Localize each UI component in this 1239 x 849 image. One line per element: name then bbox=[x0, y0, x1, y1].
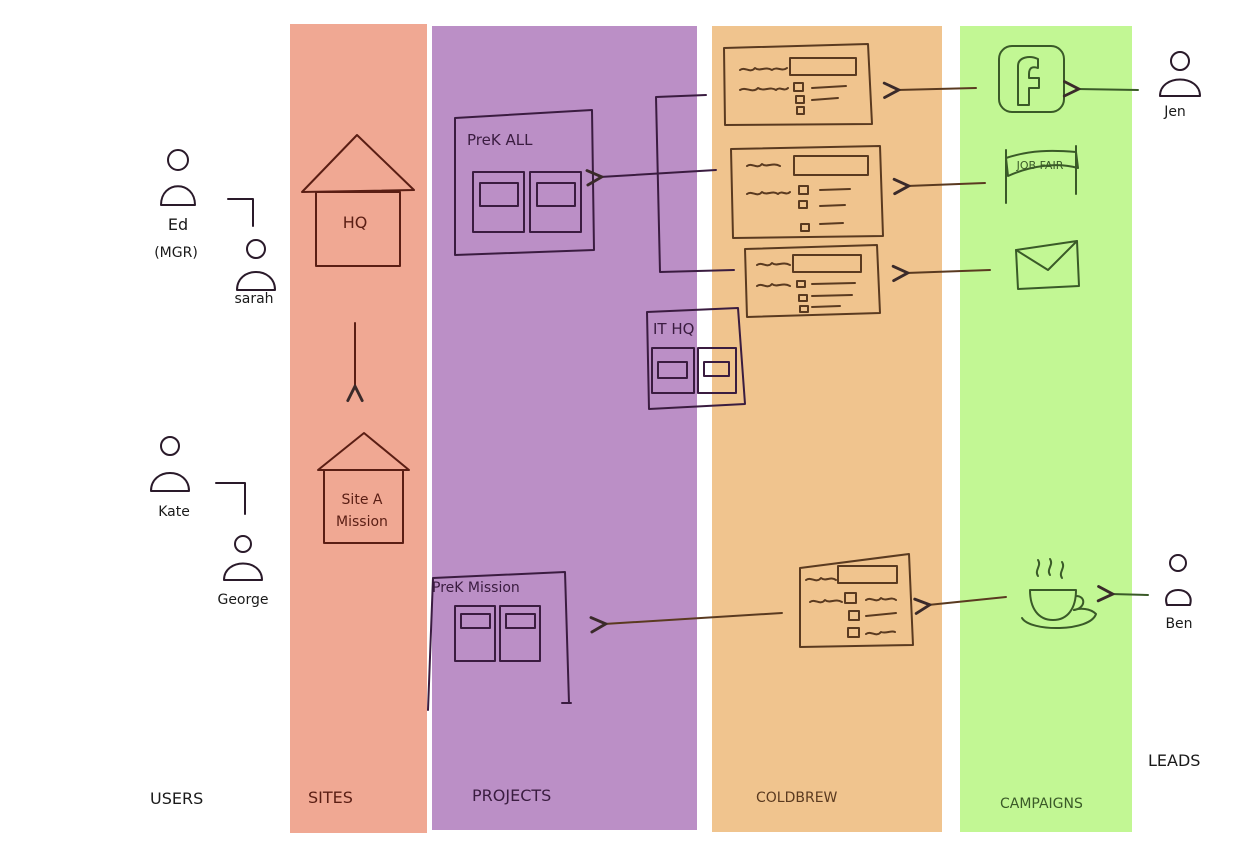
person-icon bbox=[150, 436, 190, 492]
user-sarah-name: sarah bbox=[234, 291, 273, 307]
coffee-cup-icon bbox=[1021, 558, 1097, 629]
reports-to-connector bbox=[215, 482, 246, 515]
user-george-name: George bbox=[217, 592, 268, 608]
site-hq-label: HQ bbox=[343, 213, 368, 232]
project-prek-all: PreK ALL bbox=[454, 109, 595, 256]
site-a-line2: Mission bbox=[336, 514, 388, 530]
lead-ben-name: Ben bbox=[1165, 616, 1192, 632]
user-ed: Ed (MGR) bbox=[154, 149, 198, 261]
project-prek-all-label: PreK ALL bbox=[467, 131, 533, 149]
user-kate: Kate bbox=[150, 436, 190, 520]
facebook-icon bbox=[998, 45, 1065, 113]
lead-ben: Ben bbox=[1165, 554, 1193, 632]
arrow-icon bbox=[604, 612, 783, 624]
arrow-icon bbox=[1111, 594, 1149, 595]
user-ed-role: (MGR) bbox=[154, 245, 198, 261]
lead-jen-name: Jen bbox=[1163, 104, 1186, 120]
job-fair-label: JOB FAIR bbox=[1016, 159, 1064, 172]
project-prek-mission: PreK Mission bbox=[427, 571, 572, 711]
house-icon bbox=[301, 134, 415, 267]
sites-column-label: SITES bbox=[308, 788, 353, 807]
user-ed-name: Ed bbox=[168, 215, 188, 234]
arrow-icon bbox=[928, 596, 1007, 605]
coldbrew-column-label: COLDBREW bbox=[756, 790, 838, 806]
person-icon bbox=[223, 535, 263, 581]
site-a-mission: Site A Mission bbox=[317, 432, 410, 544]
project-prek-mission-label: PreK Mission bbox=[432, 580, 520, 596]
person-icon bbox=[1165, 554, 1192, 606]
sketch-canvas: Ed (MGR) sarah Kate George USERS HQ Site… bbox=[150, 43, 1201, 812]
reports-to-connector bbox=[227, 198, 254, 227]
person-icon bbox=[160, 149, 196, 206]
site-hq: HQ bbox=[301, 134, 415, 267]
person-icon bbox=[236, 239, 276, 291]
campaigns-column-label: CAMPAIGNS bbox=[1000, 796, 1083, 812]
leads-column-label: LEADS bbox=[1148, 751, 1200, 770]
site-a-line1: Site A bbox=[342, 492, 383, 508]
arrow-icon bbox=[1077, 89, 1139, 90]
users-column-label: USERS bbox=[150, 789, 203, 808]
form-icon bbox=[730, 145, 884, 239]
person-icon bbox=[1159, 51, 1201, 97]
job-fair-banner-icon: JOB FAIR bbox=[1005, 145, 1079, 204]
user-sarah: sarah bbox=[234, 239, 276, 307]
projects-column-label: PROJECTS bbox=[472, 786, 551, 805]
arrow-icon bbox=[906, 270, 991, 273]
form-icon bbox=[744, 244, 881, 318]
form-icon bbox=[799, 553, 914, 648]
project-it-hq: IT HQ bbox=[646, 307, 746, 410]
user-kate-name: Kate bbox=[158, 504, 190, 520]
form-icon bbox=[723, 43, 873, 126]
form-to-project-connector bbox=[655, 94, 735, 273]
project-it-hq-label: IT HQ bbox=[653, 320, 694, 338]
lead-jen: Jen bbox=[1159, 51, 1201, 120]
arrow-icon bbox=[897, 88, 977, 90]
user-george: George bbox=[217, 535, 269, 608]
arrow-icon bbox=[907, 183, 986, 186]
envelope-icon bbox=[1015, 240, 1080, 290]
